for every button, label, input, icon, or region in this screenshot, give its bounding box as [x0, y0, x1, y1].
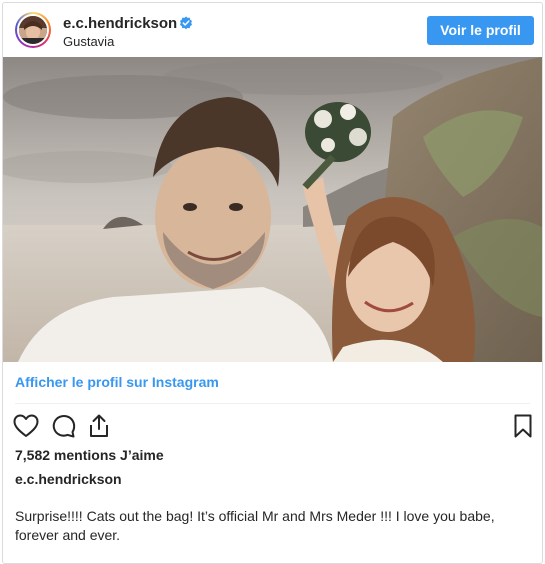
bookmark-icon[interactable] [509, 412, 537, 440]
divider [15, 403, 530, 404]
share-icon[interactable] [85, 412, 113, 440]
header-username[interactable]: e.c.hendrickson [63, 15, 177, 32]
view-profile-button[interactable]: Voir le profil [427, 16, 534, 45]
header-location[interactable]: Gustavia [63, 34, 114, 49]
verified-badge-icon [180, 16, 192, 30]
post-photo[interactable] [3, 57, 542, 362]
post-image [3, 57, 542, 362]
post-header: e.c.hendrickson Gustavia Voir le profil [3, 3, 542, 57]
view-profile-link[interactable]: Afficher le profil sur Instagram [15, 374, 219, 390]
heart-icon[interactable] [12, 412, 40, 440]
comment-bubble-icon[interactable] [49, 412, 77, 440]
avatar-ring[interactable] [15, 12, 51, 48]
caption-username[interactable]: e.c.hendrickson [15, 471, 122, 487]
avatar[interactable] [17, 14, 49, 46]
instagram-embed-card: e.c.hendrickson Gustavia Voir le profil [2, 2, 543, 564]
avatar-image [19, 16, 47, 44]
likes-count[interactable]: 7,582 mentions J’aime [15, 447, 164, 463]
caption-text: Surprise!!!! Cats out the bag! It’s offi… [15, 508, 495, 543]
